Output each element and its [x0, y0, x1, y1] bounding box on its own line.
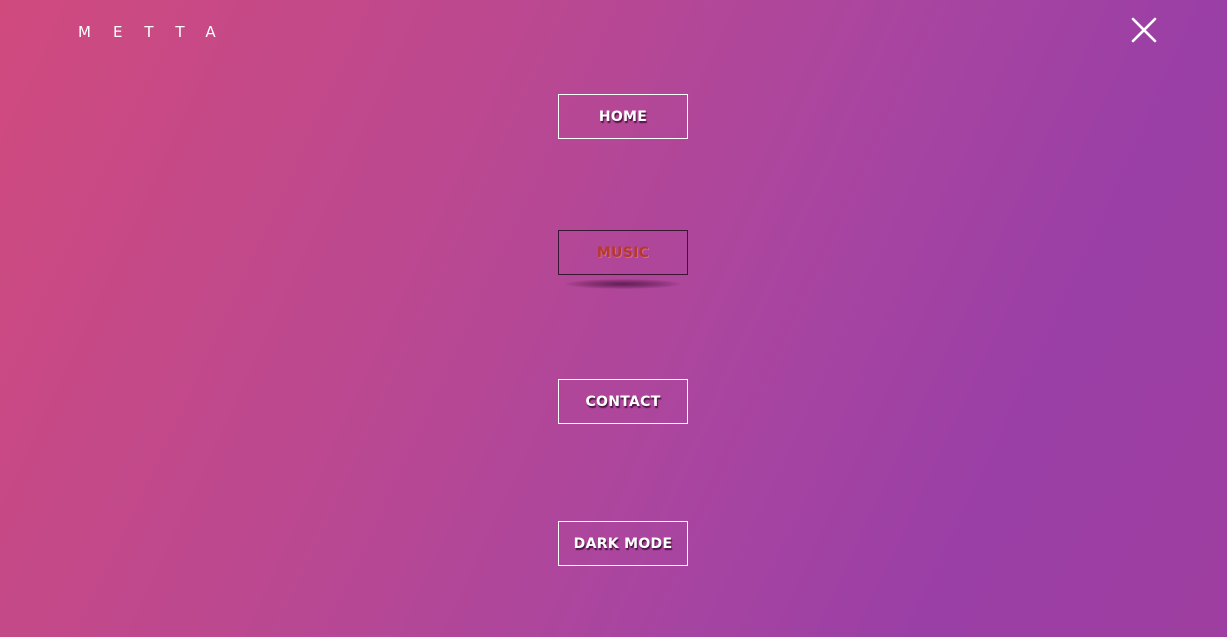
menu-item-contact[interactable]: CONTACT	[558, 379, 688, 424]
menu-item-music[interactable]: MUSIC	[558, 230, 688, 275]
logo[interactable]: METTA	[78, 22, 238, 42]
active-item-shadow	[566, 279, 680, 289]
close-menu-button[interactable]	[1129, 15, 1159, 45]
menu-item-dark-mode[interactable]: DARK MODE	[558, 521, 688, 566]
close-icon	[1131, 17, 1157, 43]
menu-item-home[interactable]: HOME	[558, 94, 688, 139]
